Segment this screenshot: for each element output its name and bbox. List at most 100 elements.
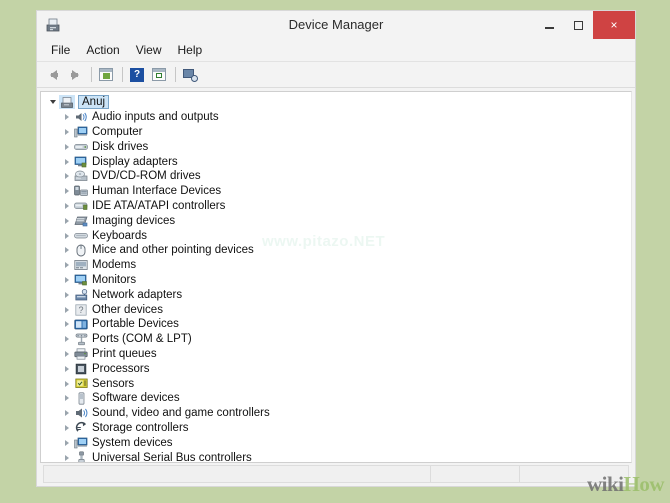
expander-collapsed-icon[interactable] [61, 188, 73, 194]
tree-item-label: System devices [92, 437, 173, 449]
expander-collapsed-icon[interactable] [61, 410, 73, 416]
expander-collapsed-icon[interactable] [61, 366, 73, 372]
tree-item[interactable]: Modems [41, 258, 631, 273]
portable-device-icon [73, 317, 89, 331]
menu-view[interactable]: View [128, 41, 170, 59]
tree-item-label: Network adapters [92, 289, 182, 301]
monitor-icon [73, 273, 89, 287]
tree-item-label: Sensors [92, 378, 134, 390]
tree-item-label: Audio inputs and outputs [92, 111, 219, 123]
tree-item[interactable]: Disk drives [41, 139, 631, 154]
scan-for-hardware-changes-button[interactable] [180, 65, 200, 85]
tree-item[interactable]: Print queues [41, 347, 631, 362]
menu-bar: File Action View Help [37, 39, 635, 62]
software-device-icon [73, 391, 89, 405]
tree-item[interactable]: Network adapters [41, 287, 631, 302]
tree-item[interactable]: ?Other devices [41, 302, 631, 317]
tree-item[interactable]: Ports (COM & LPT) [41, 332, 631, 347]
tree-item-label: Computer [92, 126, 143, 138]
tree-item[interactable]: Mice and other pointing devices [41, 243, 631, 258]
maximize-button[interactable] [564, 11, 593, 39]
help-button[interactable]: ? [127, 65, 147, 85]
device-manager-window: Device Manager × File Action View Help [36, 10, 636, 487]
speaker-icon [73, 110, 89, 124]
expander-collapsed-icon[interactable] [61, 381, 73, 387]
toolbar-separator [91, 67, 92, 82]
toolbar-separator [122, 67, 123, 82]
minimize-button[interactable] [535, 11, 564, 39]
tree-item[interactable]: DVD/CD-ROM drives [41, 169, 631, 184]
tree-item[interactable]: IDE ATA/ATAPI controllers [41, 199, 631, 214]
expander-collapsed-icon[interactable] [61, 425, 73, 431]
tree-item[interactable]: Portable Devices [41, 317, 631, 332]
sound-controller-icon [73, 406, 89, 420]
help-icon: ? [130, 68, 144, 82]
expander-collapsed-icon[interactable] [61, 351, 73, 357]
tree-item-label: Processors [92, 363, 150, 375]
tree-item[interactable]: Audio inputs and outputs [41, 110, 631, 125]
tree-item-label: Mice and other pointing devices [92, 244, 254, 256]
expander-collapsed-icon[interactable] [61, 144, 73, 150]
close-button[interactable]: × [593, 11, 635, 39]
tree-item-label: Universal Serial Bus controllers [92, 452, 252, 463]
tree-item[interactable]: System devices [41, 435, 631, 450]
menu-file[interactable]: File [43, 41, 78, 59]
forward-icon [72, 70, 79, 80]
expander-collapsed-icon[interactable] [61, 262, 73, 268]
forward-button[interactable] [65, 65, 85, 85]
tree-item[interactable]: Computer [41, 125, 631, 140]
content-area: Anuj Audio inputs and outputsComputerDis… [37, 88, 635, 486]
expander-collapsed-icon[interactable] [61, 114, 73, 120]
tree-item[interactable]: Imaging devices [41, 213, 631, 228]
show-hide-console-tree-button[interactable] [96, 65, 116, 85]
tree-children: Audio inputs and outputs ComputerDisk dri… [41, 110, 631, 463]
toolbar: ? [37, 62, 635, 88]
expander-collapsed-icon[interactable] [61, 336, 73, 342]
expander-collapsed-icon[interactable] [61, 277, 73, 283]
tree-item[interactable]: Universal Serial Bus controllers [41, 450, 631, 463]
tree-item[interactable]: Processors [41, 361, 631, 376]
expander-expanded-icon[interactable] [47, 100, 59, 104]
menu-help[interactable]: Help [170, 41, 211, 59]
tree-item[interactable]: Sensors [41, 376, 631, 391]
tree-item[interactable]: Sound, video and game controllers [41, 406, 631, 421]
status-pane-a [431, 466, 520, 482]
menu-action[interactable]: Action [78, 41, 127, 59]
tree-item[interactable]: Storage controllers [41, 421, 631, 436]
tree-item[interactable]: Human Interface Devices [41, 184, 631, 199]
expander-collapsed-icon[interactable] [61, 247, 73, 253]
expander-collapsed-icon[interactable] [61, 307, 73, 313]
expander-collapsed-icon[interactable] [61, 233, 73, 239]
status-pane-b [520, 466, 628, 482]
expander-collapsed-icon[interactable] [61, 292, 73, 298]
expander-collapsed-icon[interactable] [61, 440, 73, 446]
tree-item[interactable]: Software devices [41, 391, 631, 406]
tree-item-label: Software devices [92, 392, 180, 404]
device-manager-icon [44, 16, 62, 34]
tree-item[interactable]: Display adapters [41, 154, 631, 169]
expander-collapsed-icon[interactable] [61, 395, 73, 401]
keyboard-icon [73, 229, 89, 243]
expander-collapsed-icon[interactable] [61, 159, 73, 165]
expander-collapsed-icon[interactable] [61, 455, 73, 461]
tree-item-label: Imaging devices [92, 215, 175, 227]
status-bar [43, 465, 629, 483]
tree-item[interactable]: Monitors [41, 273, 631, 288]
ide-controller-icon [73, 199, 89, 213]
device-tree[interactable]: Anuj Audio inputs and outputsComputerDis… [40, 91, 632, 463]
tree-item[interactable]: Keyboards [41, 228, 631, 243]
mouse-icon [73, 243, 89, 257]
expander-collapsed-icon[interactable] [61, 218, 73, 224]
expander-collapsed-icon[interactable] [61, 321, 73, 327]
status-main-pane [44, 466, 431, 482]
tree-item-label: Print queues [92, 348, 157, 360]
expander-collapsed-icon[interactable] [61, 173, 73, 179]
expander-collapsed-icon[interactable] [61, 203, 73, 209]
back-button[interactable] [43, 65, 63, 85]
title-bar: Device Manager × [37, 11, 635, 39]
tree-root-anuj[interactable]: Anuj [41, 95, 631, 110]
properties-button[interactable] [149, 65, 169, 85]
expander-collapsed-icon[interactable] [61, 129, 73, 135]
display-adapter-icon [73, 155, 89, 169]
tree-item-label: IDE ATA/ATAPI controllers [92, 200, 225, 212]
